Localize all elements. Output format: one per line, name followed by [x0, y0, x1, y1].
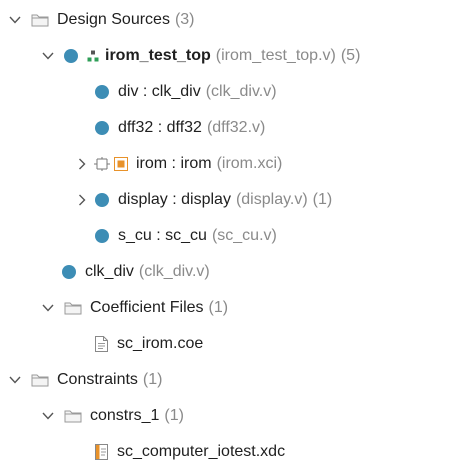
hierarchy-icon [87, 48, 99, 64]
node-label: Coefficient Files [90, 299, 204, 316]
node-label: div : clk_div [118, 83, 201, 100]
module-dot-icon [62, 265, 76, 279]
node-label: display : display [118, 191, 231, 208]
node-label: Design Sources [57, 11, 170, 28]
tree-node-s-cu[interactable]: s_cu : sc_cu (sc_cu.v) [0, 218, 463, 254]
tree-node-sc-irom-coe[interactable]: sc_irom.coe [0, 326, 463, 362]
node-label: Constraints [57, 371, 138, 388]
text-file-icon [95, 336, 108, 352]
folder-icon [64, 408, 82, 424]
chevron-right-icon[interactable] [74, 156, 90, 172]
tree-node-div[interactable]: div : clk_div (clk_div.v) [0, 74, 463, 110]
module-dot-icon [95, 193, 109, 207]
tree-node-constrs-1[interactable]: constrs_1 (1) [0, 398, 463, 434]
chevron-right-icon[interactable] [74, 192, 90, 208]
node-count: (1) [142, 371, 163, 388]
chevron-down-icon[interactable] [7, 372, 23, 388]
chevron-down-icon[interactable] [40, 408, 56, 424]
folder-icon [31, 372, 49, 388]
tree-node-coefficient-files[interactable]: Coefficient Files (1) [0, 290, 463, 326]
module-dot-icon [95, 121, 109, 135]
node-count: (1) [312, 191, 333, 208]
tree-node-sc-computer-iotest-xdc[interactable]: sc_computer_iotest.xdc [0, 434, 463, 470]
node-file: (dff32.v) [206, 119, 266, 136]
node-label: irom : irom [136, 155, 212, 172]
sources-tree: Design Sources (3) irom_test_top (irom_t… [0, 0, 463, 474]
tree-node-display[interactable]: display : display (display.v) (1) [0, 182, 463, 218]
node-count: (5) [340, 47, 361, 64]
folder-icon [64, 300, 82, 316]
node-file: (clk_div.v) [138, 263, 210, 280]
chevron-down-icon[interactable] [7, 12, 23, 28]
folder-icon [31, 12, 49, 28]
tree-node-irom-test-top[interactable]: irom_test_top (irom_test_top.v) (5) [0, 38, 463, 74]
tree-node-clk-div[interactable]: clk_div (clk_div.v) [0, 254, 463, 290]
ip-core-box-icon [114, 156, 128, 172]
node-count: (1) [164, 407, 184, 424]
module-dot-icon [95, 229, 109, 243]
chevron-down-icon[interactable] [40, 48, 56, 64]
tree-node-irom[interactable]: irom : irom (irom.xci) [0, 146, 463, 182]
constraint-file-icon [95, 444, 108, 460]
node-count: (3) [174, 11, 195, 28]
node-file: (irom.xci) [216, 155, 283, 172]
node-label: s_cu : sc_cu [118, 227, 207, 244]
node-label: dff32 : dff32 [118, 119, 202, 136]
ip-core-icon [94, 156, 110, 172]
node-label: sc_computer_iotest.xdc [117, 443, 286, 460]
node-file: (sc_cu.v) [211, 227, 277, 244]
tree-node-design-sources[interactable]: Design Sources (3) [0, 2, 463, 38]
node-label: clk_div [85, 263, 134, 280]
tree-node-dff32[interactable]: dff32 : dff32 (dff32.v) [0, 110, 463, 146]
node-label: constrs_1 [90, 407, 160, 424]
node-file: (display.v) [235, 191, 308, 208]
node-file: (clk_div.v) [205, 83, 277, 100]
chevron-down-icon[interactable] [40, 300, 56, 316]
module-dot-icon [64, 49, 78, 63]
node-label: irom_test_top [105, 47, 211, 64]
node-count: (1) [208, 299, 229, 316]
node-file: (irom_test_top.v) [215, 47, 336, 64]
node-label: sc_irom.coe [117, 335, 204, 352]
module-dot-icon [95, 85, 109, 99]
tree-node-constraints[interactable]: Constraints (1) [0, 362, 463, 398]
